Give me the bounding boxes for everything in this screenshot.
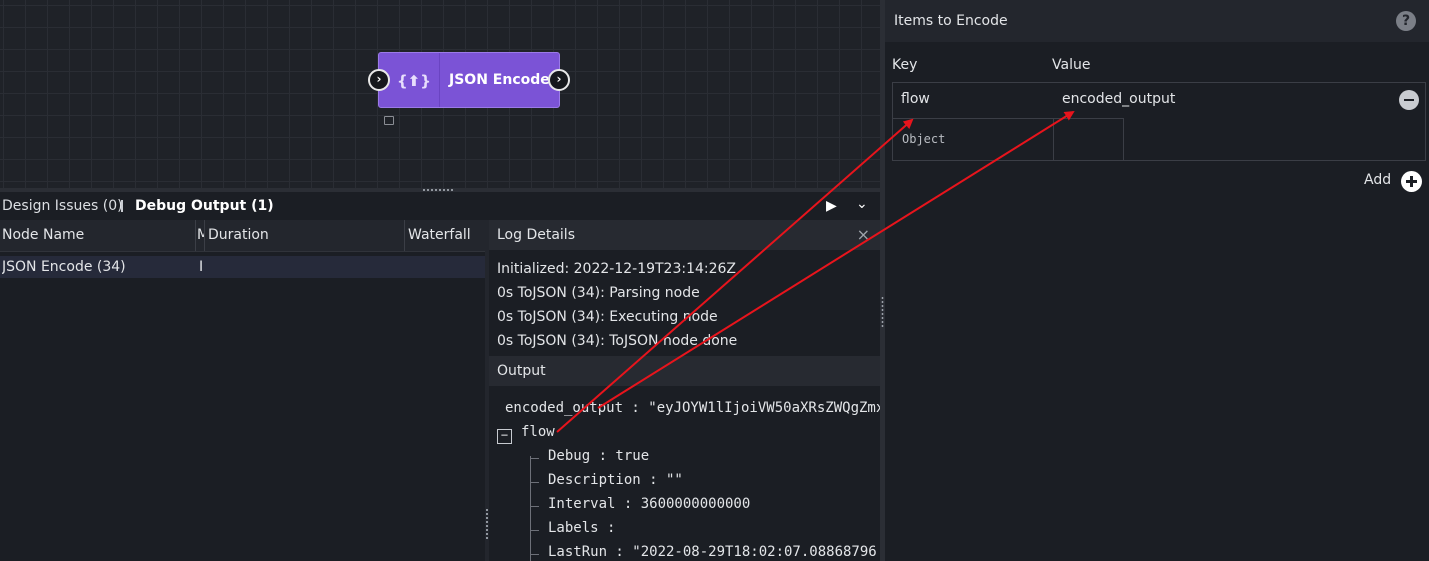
column-node-name[interactable]: Node Name (0, 220, 196, 251)
tab-debug-output[interactable]: Debug Output (1) (135, 198, 274, 214)
column-m[interactable]: M (196, 220, 205, 251)
tree-item: Debug : true (548, 448, 650, 464)
chevron-down-icon[interactable]: ⌄ (856, 196, 868, 212)
output-tree: encoded_output : "eyJOYW1lIjoiVW50aXRsZW… (489, 394, 880, 561)
tree-item: Description : "" (548, 472, 683, 488)
log-details-title: Log Details (497, 227, 575, 243)
collapse-toggle-icon[interactable]: − (497, 429, 512, 444)
output-port-chevron-right-icon[interactable]: › (548, 69, 570, 91)
column-waterfall[interactable]: Waterfall (405, 220, 486, 251)
remove-item-minus-icon[interactable] (1399, 90, 1419, 110)
key-field[interactable]: flow (901, 91, 930, 107)
json-encode-node[interactable]: {⬆} JSON Encode (378, 52, 560, 108)
key-column-label: Key (892, 57, 918, 73)
properties-panel: Items to Encode ? Key Value flow encoded… (885, 0, 1429, 561)
help-icon[interactable]: ? (1396, 11, 1416, 31)
log-line: 0s ToJSON (34): Executing node (497, 309, 718, 325)
output-title: Output (497, 363, 546, 379)
encode-item-row: flow encoded_output Object (892, 82, 1426, 161)
tree-branch (531, 506, 539, 507)
add-plus-icon[interactable] (1401, 171, 1422, 192)
tree-item: LastRun : "2022-08-29T18:02:07.08868796 (548, 544, 877, 560)
play-icon[interactable]: ▶ (826, 198, 837, 214)
cell-m: I (199, 259, 204, 275)
node-divider (439, 53, 440, 107)
flow-canvas[interactable]: {⬆} JSON Encode › › (0, 0, 880, 188)
tree-item: Interval : 3600000000000 (548, 496, 751, 512)
tree-guide-line (530, 456, 531, 561)
tab-design-issues[interactable]: Design Issues (0) (2, 198, 123, 214)
add-label[interactable]: Add (1364, 172, 1391, 188)
note-icon[interactable] (384, 116, 394, 125)
tree-branch (531, 458, 539, 459)
value-column-label: Value (1052, 57, 1091, 73)
input-port-chevron-right-icon[interactable]: › (368, 69, 390, 91)
log-line: Initialized: 2022-12-19T23:14:26Z (497, 261, 737, 277)
bottom-tabs: Design Issues (0) Debug Output (1) ▶ ⌄ (0, 192, 880, 220)
properties-header: Items to Encode ? (885, 0, 1429, 42)
tree-item-flow[interactable]: flow (521, 424, 555, 440)
tab-separator (121, 200, 123, 212)
type-select[interactable]: Object (893, 118, 1054, 161)
output-header: Output (489, 356, 880, 386)
type-extra-cell[interactable] (1054, 118, 1124, 161)
log-line: 0s ToJSON (34): Parsing node (497, 285, 700, 301)
tree-branch (531, 530, 539, 531)
grid-log-splitter[interactable] (485, 220, 489, 561)
tree-branch (531, 482, 539, 483)
json-encode-icon: {⬆} (397, 72, 431, 90)
bottom-panel: Design Issues (0) Debug Output (1) ▶ ⌄ N… (0, 192, 880, 561)
cell-node-name: JSON Encode (34) (2, 259, 126, 275)
node-label: JSON Encode (449, 72, 550, 88)
tree-item: Labels : (548, 520, 616, 536)
log-line: 0s ToJSON (34): ToJSON node done (497, 333, 738, 349)
close-icon[interactable]: × (857, 220, 870, 250)
value-field[interactable]: encoded_output (1062, 91, 1175, 107)
table-row[interactable]: JSON Encode (34) I (0, 256, 486, 278)
log-details-header: Log Details × (489, 220, 880, 250)
tree-item-encoded-output: encoded_output : "eyJOYW1lIjoiVW50aXRsZW… (505, 400, 880, 416)
log-details-panel: Log Details × Initialized: 2022-12-19T23… (489, 220, 880, 561)
grid-header: Node Name M Duration Waterfall (0, 220, 486, 252)
column-duration[interactable]: Duration (205, 220, 405, 251)
type-label: Object (902, 132, 946, 146)
grip-dots-icon (485, 508, 489, 540)
tree-branch (531, 554, 539, 555)
panel-title: Items to Encode (894, 13, 1008, 29)
